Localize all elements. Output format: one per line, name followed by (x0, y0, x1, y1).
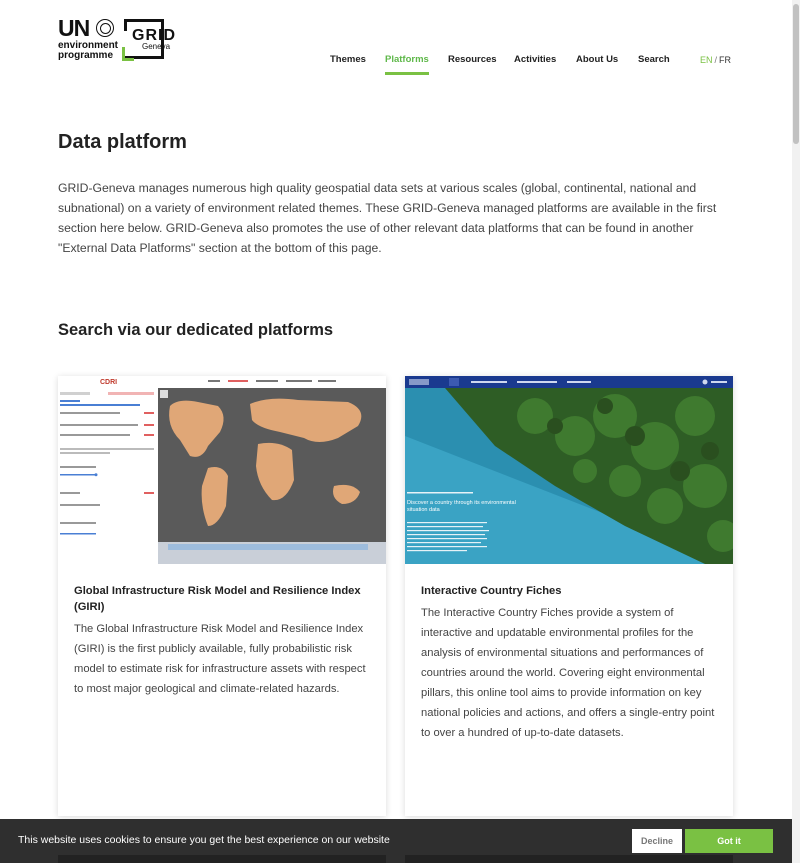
logo-programme-text: programme (58, 50, 114, 61)
language-switcher: EN / FR (700, 55, 731, 65)
lang-fr[interactable]: FR (719, 55, 731, 65)
page-scrollbar[interactable] (792, 0, 800, 863)
platform-card-country-fiches[interactable]: Discover a country through its environme… (405, 376, 733, 816)
logo-geneva-text: Geneva (142, 42, 171, 51)
nav-themes[interactable]: Themes (330, 54, 366, 65)
cookie-accept-button[interactable]: Got it (685, 829, 773, 853)
page-title: Data platform (58, 131, 187, 153)
lang-en[interactable]: EN (700, 55, 713, 65)
nav-active-underline (385, 72, 429, 75)
un-emblem-icon (96, 19, 114, 37)
cdri-logo-text: CDRI (100, 379, 117, 386)
platform-card-giri[interactable]: CDRI Global Infrastructure Risk Model an… (58, 376, 386, 816)
cookie-message: This website uses cookies to ensure you … (18, 834, 390, 846)
nav-platforms[interactable]: Platforms (385, 54, 429, 65)
section-title: Search via our dedicated platforms (58, 321, 334, 339)
logo-un-text: UN (58, 15, 90, 41)
scrollbar-thumb[interactable] (793, 4, 799, 144)
card-description: The Interactive Country Fiches provide a… (421, 607, 715, 739)
nav-resources[interactable]: Resources (448, 54, 497, 65)
giri-screenshot-image: CDRI (58, 376, 386, 564)
nav-activities[interactable]: Activities (514, 54, 556, 65)
card-title[interactable]: Global Infrastructure Risk Model and Res… (74, 583, 370, 615)
intro-paragraph: GRID-Geneva manages numerous high qualit… (58, 181, 717, 255)
unep-grid-logo[interactable]: UN environment programme GRID Geneva (58, 17, 182, 63)
nav-about-us[interactable]: About Us (576, 54, 618, 65)
nav-search[interactable]: Search (638, 54, 670, 65)
card-description: The Global Infrastructure Risk Model and… (74, 623, 366, 695)
cookie-decline-button[interactable]: Decline (632, 829, 682, 853)
cookie-consent-bar: This website uses cookies to ensure you … (0, 819, 792, 863)
card-title[interactable]: Interactive Country Fiches (421, 583, 717, 599)
site-header: UN environment programme GRID Geneva The… (0, 0, 792, 90)
country-fiches-screenshot-image: Discover a country through its environme… (405, 376, 733, 564)
